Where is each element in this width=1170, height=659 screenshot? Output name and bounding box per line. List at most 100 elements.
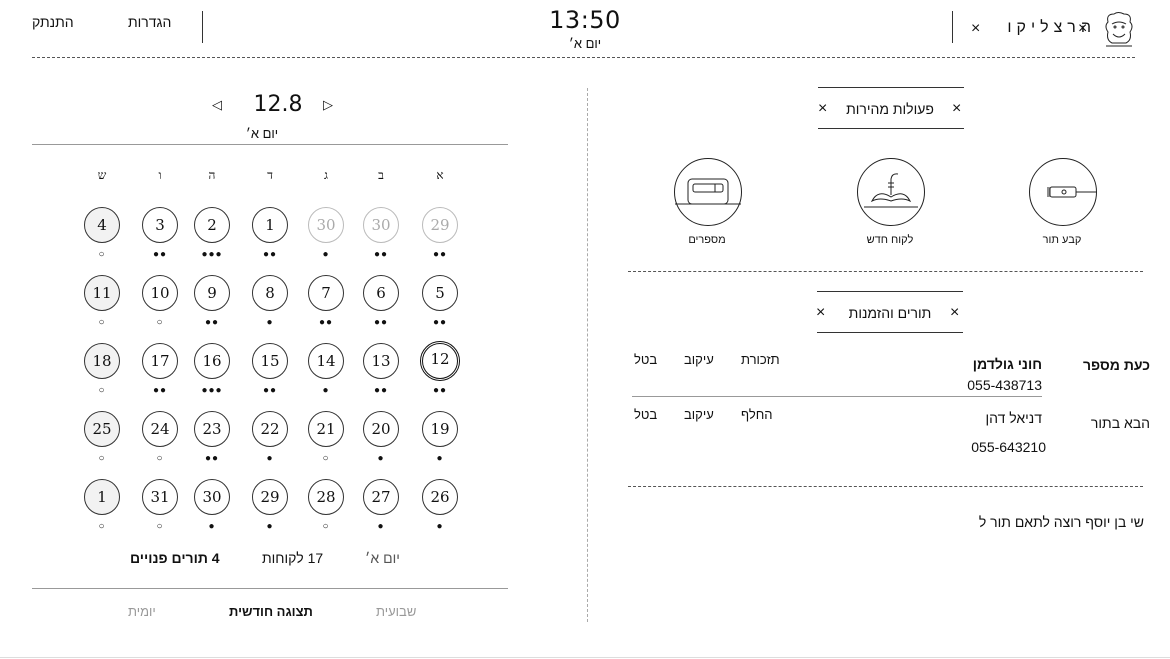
calendar-day[interactable]: 11	[84, 275, 120, 311]
delay-button[interactable]: עיקוב	[684, 407, 714, 422]
appointment-dots: ●●	[432, 249, 448, 260]
calendar-day[interactable]: 18	[84, 343, 120, 379]
appointment-dots: ○	[156, 317, 164, 328]
appointment-dots: ●●	[152, 249, 168, 260]
appointment-dots: ○	[322, 453, 330, 464]
tab-weekly[interactable]: שבועית	[376, 604, 416, 619]
panel-divider	[587, 88, 588, 622]
new-customer-label: לקוח חדש	[866, 234, 914, 246]
appointment-dots: ●●	[262, 249, 278, 260]
cancel-button[interactable]: בטל	[634, 352, 657, 367]
now-serving-heading: כעת מספר	[1082, 357, 1150, 373]
calendar-day[interactable]: 21	[308, 411, 344, 447]
appointment-dots: ●●	[432, 317, 448, 328]
calendar-day[interactable]: 28	[308, 479, 344, 515]
settings-button[interactable]: הגדרות	[128, 14, 171, 30]
calendar-day[interactable]: 30	[363, 207, 399, 243]
delay-button[interactable]: עיקוב	[684, 352, 714, 367]
request-note[interactable]: שי בן יוסף רוצה לתאם תור ל	[930, 514, 1144, 530]
tab-monthly[interactable]: תצוגה חודשית	[229, 604, 313, 619]
barbers-button[interactable]	[674, 158, 742, 226]
new-customer-button[interactable]	[857, 158, 925, 226]
clock-day: יום א׳	[568, 36, 602, 51]
calendar-day[interactable]: 3	[142, 207, 178, 243]
calendar-day[interactable]: 20	[363, 411, 399, 447]
calendar-day[interactable]: 7	[308, 275, 344, 311]
calendar-day[interactable]: 23	[194, 411, 230, 447]
weekday-label: ה	[208, 168, 216, 182]
calendar-day[interactable]: 1	[84, 479, 120, 515]
weekday-label: ש	[97, 168, 107, 182]
calendar-day[interactable]: 27	[363, 479, 399, 515]
calendar-day[interactable]: 9	[194, 275, 230, 311]
appointment-dots: ●●●	[201, 385, 223, 396]
calendar-day[interactable]: 16	[194, 343, 230, 379]
calendar-day[interactable]: 24	[142, 411, 178, 447]
calendar-day: יום א׳	[245, 126, 279, 141]
calendar-header-rule	[32, 144, 508, 145]
appointment-dots: ●●	[152, 385, 168, 396]
appointment-dots: ●●	[373, 249, 389, 260]
calendar-day[interactable]: 13	[363, 343, 399, 379]
calendar-day[interactable]: 10	[142, 275, 178, 311]
cancel-button[interactable]: בטל	[634, 407, 657, 422]
calendar-day[interactable]: 1	[252, 207, 288, 243]
appointment-dots: ●	[377, 521, 385, 532]
calendar-day[interactable]: 5	[422, 275, 458, 311]
appointment-dots: ●●	[204, 453, 220, 464]
calendar-day[interactable]: 8	[252, 275, 288, 311]
close-icon[interactable]: ×	[818, 101, 827, 117]
appointment-dots: ○	[156, 453, 164, 464]
calendar-day[interactable]: 14	[308, 343, 344, 379]
close-icon[interactable]: ×	[1078, 21, 1087, 37]
calendar-day[interactable]: 26	[422, 479, 458, 515]
tab-daily[interactable]: יומית	[128, 604, 156, 619]
stats-customers: 17 לקוחות	[262, 550, 324, 566]
page-bottom-rule	[0, 657, 1170, 658]
appointments-bottom-rule	[817, 332, 963, 333]
calendar-day[interactable]: 30	[194, 479, 230, 515]
appointment-dots: ○	[98, 317, 106, 328]
appointment-dots: ●	[436, 521, 444, 532]
calendar-day[interactable]: 6	[363, 275, 399, 311]
swap-button[interactable]: החלף	[741, 407, 773, 422]
close-icon[interactable]: ×	[950, 305, 959, 321]
now-serving-phone: 055-438713	[967, 377, 1042, 393]
appointment-dots: ●●	[373, 385, 389, 396]
logo-icon	[1100, 10, 1138, 48]
quick-actions-title: פעולות מהירות	[846, 101, 934, 117]
calendar-day[interactable]: 29	[252, 479, 288, 515]
close-icon[interactable]: ×	[971, 21, 980, 37]
calendar-footer-rule	[32, 588, 508, 589]
logout-button[interactable]: התנתק	[32, 14, 74, 30]
calendar-day[interactable]: 31	[142, 479, 178, 515]
now-serving-name: חוני גולדמן	[972, 356, 1042, 372]
appointment-dots: ●●	[262, 385, 278, 396]
appointment-dots: ●●	[318, 317, 334, 328]
set-appointment-label: קבע תור	[1042, 234, 1082, 246]
calendar-day[interactable]: 29	[422, 207, 458, 243]
calendar-day[interactable]: 19	[422, 411, 458, 447]
reminder-button[interactable]: תזכורת	[741, 352, 780, 367]
set-appointment-button[interactable]	[1029, 158, 1097, 226]
prev-day-arrow[interactable]: ◁	[212, 97, 222, 113]
calendar-day[interactable]: 15	[252, 343, 288, 379]
appointment-dots: ○	[98, 453, 106, 464]
calendar-day[interactable]: 2	[194, 207, 230, 243]
header-separator	[32, 57, 1135, 58]
appointment-dots: ●●	[373, 317, 389, 328]
calendar-day-selected[interactable]: 12	[420, 341, 460, 381]
close-icon[interactable]: ×	[952, 101, 961, 117]
quick-actions-bottom-rule	[818, 128, 964, 129]
calendar-day[interactable]: 4	[84, 207, 120, 243]
appointment-dots: ○	[98, 385, 106, 396]
close-icon[interactable]: ×	[816, 305, 825, 321]
calendar-day[interactable]: 25	[84, 411, 120, 447]
weekday-label: ו	[158, 168, 162, 182]
calendar-day[interactable]: 17	[142, 343, 178, 379]
next-day-arrow[interactable]: ▷	[323, 97, 333, 113]
barbers-label: מספרים	[688, 234, 726, 246]
appointment-dots: ○	[156, 521, 164, 532]
calendar-day[interactable]: 30	[308, 207, 344, 243]
calendar-day[interactable]: 22	[252, 411, 288, 447]
